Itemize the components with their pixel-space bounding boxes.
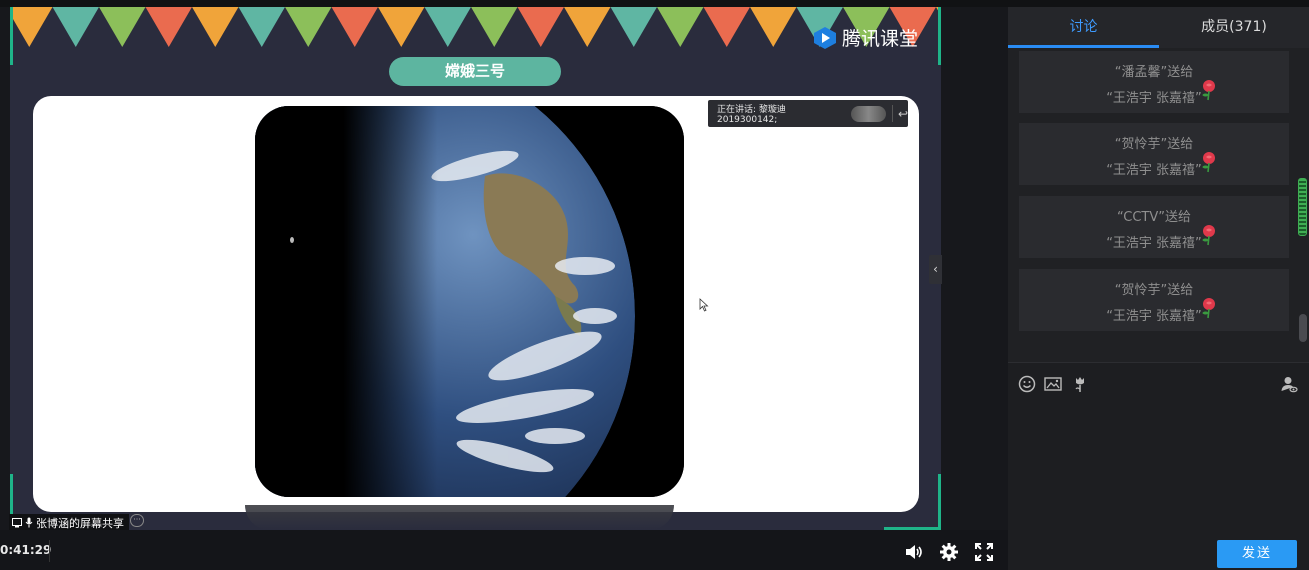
mouse-cursor-icon bbox=[699, 298, 709, 312]
gift-recipients: “王浩宇 张嘉禧” bbox=[1106, 236, 1202, 251]
volume-icon[interactable] bbox=[904, 542, 924, 562]
message-list[interactable]: “潘孟馨”送给 “王浩宇 张嘉禧” “贺怜芋”送给 “王浩宇 张嘉禧” “CCT… bbox=[1008, 48, 1309, 366]
bunting-flag bbox=[703, 7, 750, 47]
slide-title: 嫦娥三号 bbox=[389, 57, 561, 86]
collapse-panel-button[interactable]: ‹ bbox=[929, 255, 942, 284]
rose-icon bbox=[1202, 225, 1215, 246]
screen-share-icon bbox=[12, 517, 22, 527]
gift-message: “贺怜芋”送给 “王浩宇 张嘉禧” bbox=[1019, 269, 1289, 331]
speaking-text: 正在讲话: 黎璇迪2019300142; bbox=[717, 105, 786, 125]
bunting-flag bbox=[10, 7, 53, 47]
brand-name: 腾讯课堂 bbox=[842, 28, 919, 50]
bunting-flag bbox=[285, 7, 332, 47]
bunting-flag bbox=[145, 7, 192, 47]
chat-input-area[interactable]: 发送 bbox=[1008, 362, 1309, 570]
more-options-icon[interactable]: ··· bbox=[130, 514, 144, 527]
fullscreen-icon[interactable] bbox=[974, 542, 994, 562]
gift-recipients: “王浩宇 张嘉禧” bbox=[1106, 163, 1202, 178]
gift-recipients: “王浩宇 张嘉禧” bbox=[1106, 91, 1202, 106]
emoji-icon[interactable] bbox=[1018, 375, 1036, 393]
gift-sender: “贺怜芋”送给 bbox=[1114, 137, 1194, 152]
bunting-flag bbox=[99, 7, 146, 47]
user-eye-icon[interactable] bbox=[1280, 375, 1298, 393]
settings-gear-icon[interactable] bbox=[939, 542, 959, 562]
bunting-flag bbox=[424, 7, 471, 47]
audio-level-meter bbox=[1298, 178, 1307, 236]
control-bar: 0:41:29 bbox=[0, 530, 1008, 570]
image-upload-icon[interactable] bbox=[1044, 375, 1062, 393]
slide: 腾讯课堂 嫦娥三号 bbox=[10, 7, 941, 530]
gift-message: “贺怜芋”送给 “王浩宇 张嘉禧” bbox=[1019, 123, 1289, 185]
panel-tabs: 讨论 成员(371) bbox=[1008, 7, 1309, 48]
class-timer: 0:41:29 bbox=[0, 543, 52, 557]
scrollbar-thumb[interactable] bbox=[1299, 314, 1307, 342]
screen-share-label: 张博涵的屏幕共享 bbox=[9, 514, 129, 531]
screen-share-text: 张博涵的屏幕共享 bbox=[36, 516, 124, 530]
rose-icon bbox=[1202, 298, 1215, 319]
microphone-icon bbox=[25, 517, 33, 528]
divider bbox=[891, 105, 893, 122]
content-card bbox=[33, 96, 919, 512]
bunting-flag bbox=[610, 7, 657, 47]
speaker-avatar bbox=[851, 105, 886, 122]
bunting-flag bbox=[471, 7, 518, 47]
gift-message: “潘孟馨”送给 “王浩宇 张嘉禧” bbox=[1019, 51, 1289, 113]
play-logo-icon bbox=[814, 26, 836, 49]
side-panel: 讨论 成员(371) “潘孟馨”送给 “王浩宇 张嘉禧” “贺怜芋”送给 “王浩… bbox=[1008, 7, 1309, 570]
window-top-strip bbox=[0, 0, 1309, 7]
gift-sender: “潘孟馨”送给 bbox=[1114, 65, 1194, 80]
corner-accent bbox=[938, 7, 941, 65]
tab-discussion[interactable]: 讨论 bbox=[1008, 7, 1159, 48]
bunting-flag bbox=[52, 7, 99, 47]
tencent-classroom-logo: 腾讯课堂 bbox=[813, 24, 918, 51]
bunting-decoration bbox=[10, 7, 941, 47]
moon-dot bbox=[290, 237, 294, 243]
speaking-indicator: 正在讲话: 黎璇迪2019300142; ↩ bbox=[708, 100, 908, 127]
gift-sender: “贺怜芋”送给 bbox=[1114, 283, 1194, 298]
send-button[interactable]: 发送 bbox=[1217, 540, 1297, 568]
tab-members[interactable]: 成员(371) bbox=[1159, 7, 1309, 48]
rose-icon bbox=[1202, 80, 1215, 101]
corner-accent bbox=[10, 7, 13, 65]
bunting-flag bbox=[378, 7, 425, 47]
bunting-flag bbox=[750, 7, 797, 47]
gift-sender: “CCTV”送给 bbox=[1117, 210, 1191, 225]
bunting-flag bbox=[564, 7, 611, 47]
bunting-flag bbox=[238, 7, 285, 47]
gift-message: “CCTV”送给 “王浩宇 张嘉禧” bbox=[1019, 196, 1289, 258]
bunting-flag bbox=[192, 7, 239, 47]
bunting-flag bbox=[657, 7, 704, 47]
rose-icon bbox=[1202, 152, 1215, 173]
earth-graphic bbox=[255, 106, 684, 497]
presentation-stage: 腾讯课堂 嫦娥三号 bbox=[0, 7, 1008, 530]
image-reflection bbox=[245, 505, 674, 530]
divider bbox=[49, 540, 50, 562]
bunting-flag bbox=[517, 7, 564, 47]
bunting-flag bbox=[331, 7, 378, 47]
corner-accent bbox=[938, 474, 941, 530]
return-icon[interactable]: ↩ bbox=[898, 107, 908, 121]
gift-recipients: “王浩宇 张嘉禧” bbox=[1106, 309, 1202, 324]
flower-gift-icon[interactable] bbox=[1071, 375, 1089, 393]
earth-image bbox=[255, 106, 684, 497]
